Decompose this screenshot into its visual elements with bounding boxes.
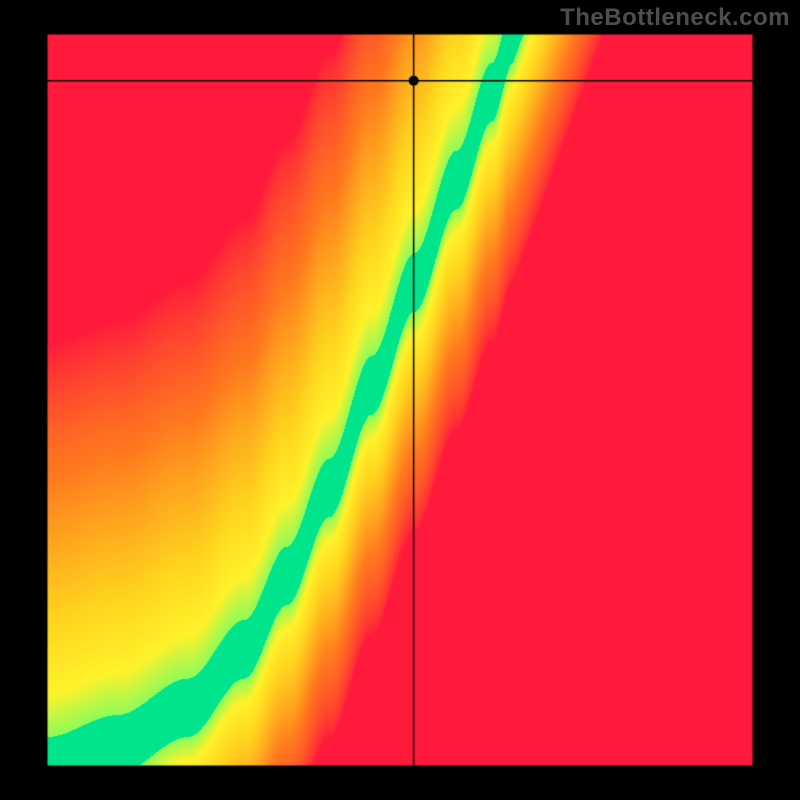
bottleneck-heatmap: [46, 33, 754, 767]
watermark-text: TheBottleneck.com: [560, 4, 790, 32]
chart-frame: TheBottleneck.com: [0, 0, 800, 800]
